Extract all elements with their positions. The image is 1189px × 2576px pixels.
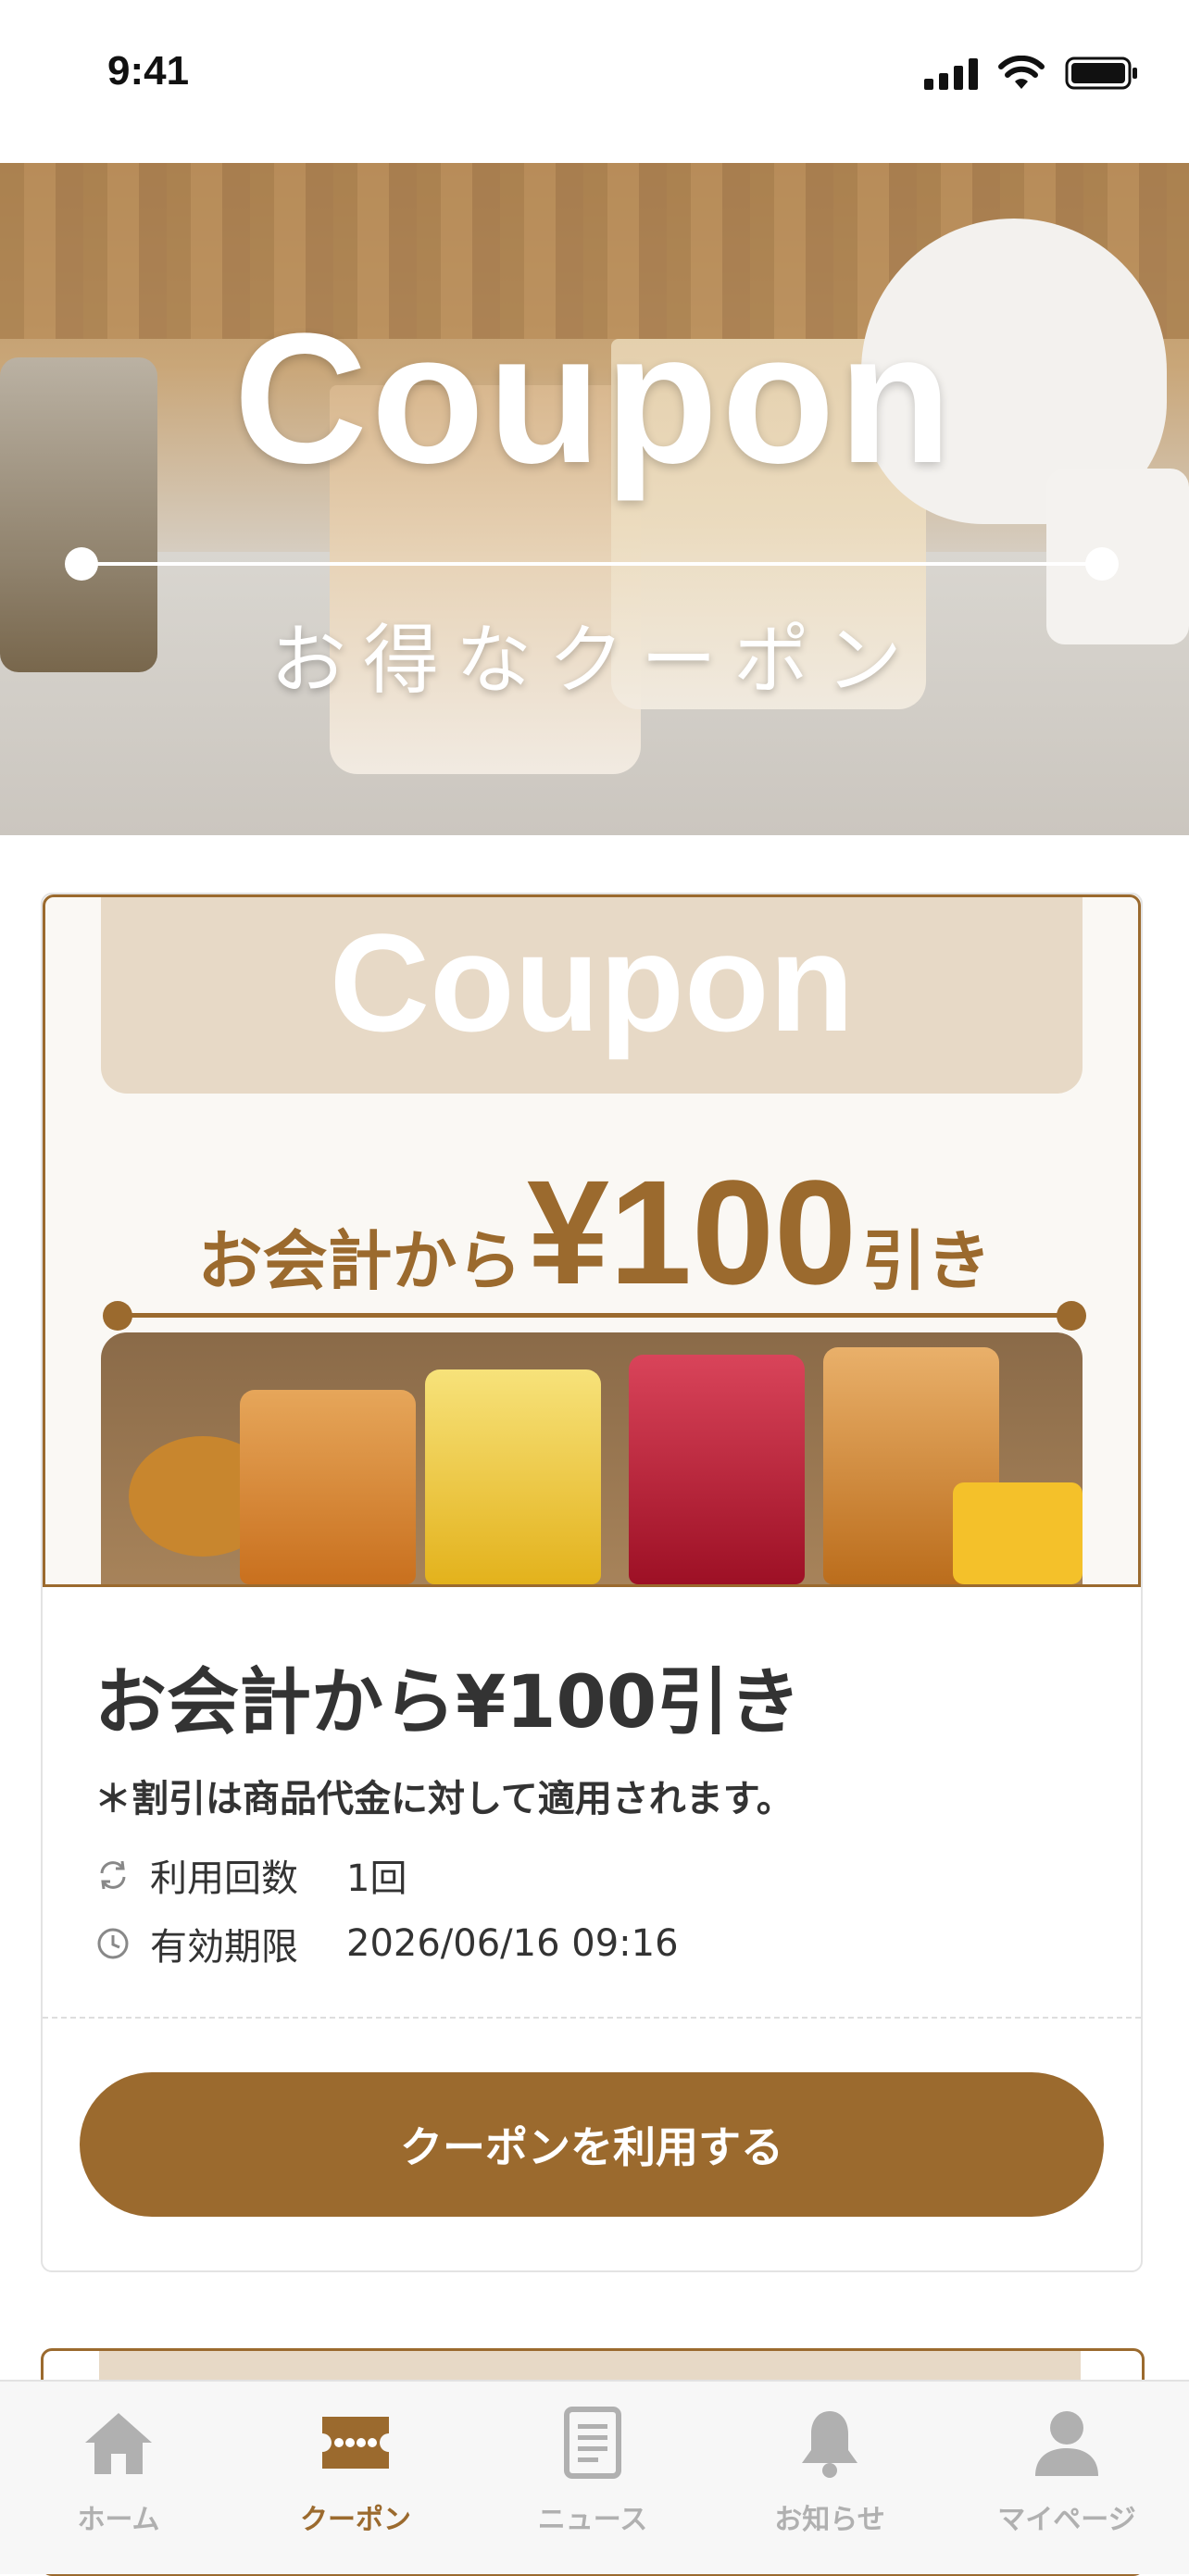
banner-divider-dot-right [1057, 1301, 1086, 1331]
coupon-banner: Coupon お会計から ¥100 引き [43, 894, 1141, 1587]
expiry-row: 有効期限 2026/06/16 09:16 [94, 1917, 679, 1970]
tab-news-label: ニュース [537, 2504, 648, 2536]
coupon-note: ＊割引は商品代金に対して適用されます。 [94, 1778, 794, 1820]
deal-prefix: お会計から [197, 1223, 522, 1299]
orange-tea-cup-image [240, 1390, 416, 1584]
hero-divider [81, 562, 1102, 566]
tab-notifications[interactable]: お知らせ [711, 2382, 948, 2574]
usage-count-label: 利用回数 [150, 1857, 298, 1900]
hero-divider-dot-right [1085, 547, 1119, 581]
mango-fruit-image [953, 1482, 1083, 1584]
usage-count-value: 1回 [346, 1857, 407, 1900]
cellular-signal-icon [924, 56, 978, 90]
tab-home-label: ホーム [77, 2504, 160, 2536]
usage-count-row: 利用回数 1回 [94, 1848, 407, 1902]
battery-icon [1065, 56, 1137, 90]
card-divider [43, 2017, 1141, 2019]
wifi-icon [998, 56, 1045, 89]
tab-bar: ホーム クーポン ニュース お知らせ マイページ [0, 2380, 1189, 2574]
tab-home[interactable]: ホーム [0, 2382, 237, 2574]
status-time: 9:41 [107, 48, 190, 94]
hero-title: Coupon [233, 295, 956, 502]
hero-divider-dot-left [65, 547, 98, 581]
tab-mypage-label: マイページ [997, 2504, 1136, 2536]
refresh-icon [100, 1860, 126, 1890]
banner-divider-dot-left [103, 1301, 132, 1331]
hero-subtitle: お得なクーポン [269, 617, 919, 705]
iced-tea-drinks-image [101, 1332, 1083, 1584]
ticket-icon [322, 2417, 389, 2469]
clock-icon [97, 1928, 129, 1959]
status-bar: 9:41 [0, 0, 1189, 163]
coupon-card: Coupon お会計から ¥100 引き お会計から¥100引き ＊割引は商品代… [41, 893, 1143, 2272]
tab-coupon-label: クーポン [300, 2504, 411, 2536]
berry-tea-cup-image [629, 1355, 805, 1584]
coupon-title: お会計から¥100引き [94, 1661, 802, 1744]
news-icon [564, 2407, 621, 2479]
bell-icon [802, 2411, 857, 2478]
coupon-banner-deal: お会計から ¥100 引き [45, 1147, 1141, 1318]
tab-coupon[interactable]: クーポン [237, 2382, 474, 2574]
home-icon [85, 2413, 152, 2474]
expiry-label: 有効期限 [150, 1926, 298, 1969]
hero-banner: Coupon お得なクーポン [0, 163, 1189, 835]
coupon-banner-title: Coupon [329, 905, 855, 1060]
tab-news[interactable]: ニュース [474, 2382, 711, 2574]
tab-mypage[interactable]: マイページ [948, 2382, 1185, 2574]
use-coupon-button[interactable]: クーポンを利用する [80, 2072, 1104, 2217]
lemon-tea-cup-image [425, 1369, 601, 1584]
banner-divider [116, 1313, 1073, 1318]
deal-amount: ¥100 [527, 1149, 857, 1315]
expiry-value: 2026/06/16 09:16 [346, 1922, 679, 1965]
deal-suffix: 引き [861, 1223, 992, 1299]
status-icons [924, 52, 1139, 94]
person-icon [1035, 2411, 1098, 2476]
tab-notifications-label: お知らせ [774, 2504, 885, 2536]
